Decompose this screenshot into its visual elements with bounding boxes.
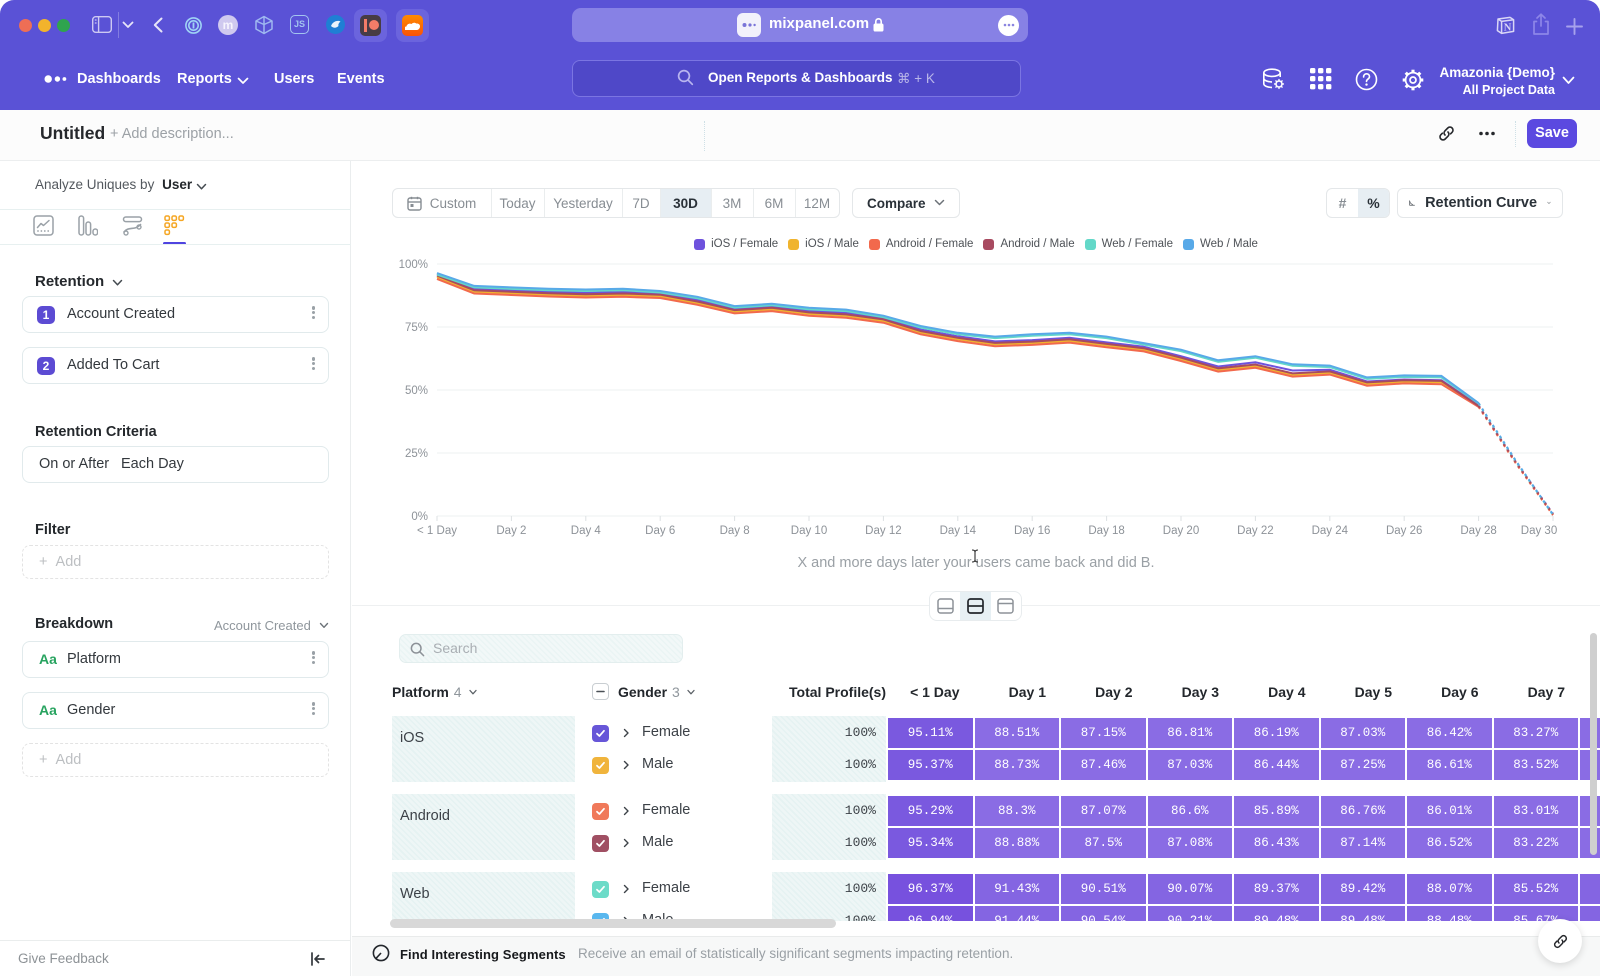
svg-text:Day 16: Day 16 [1014, 525, 1050, 537]
svg-text:Day 18: Day 18 [1088, 525, 1124, 537]
svg-text:Day 26: Day 26 [1386, 525, 1422, 537]
svg-text:75%: 75% [405, 322, 428, 334]
svg-text:Day 4: Day 4 [571, 525, 602, 537]
svg-text:0%: 0% [411, 511, 428, 523]
svg-text:Day 2: Day 2 [496, 525, 526, 537]
svg-text:Day 10: Day 10 [791, 525, 827, 537]
svg-text:< 1 Day: < 1 Day [417, 525, 457, 537]
svg-text:Day 22: Day 22 [1237, 525, 1273, 537]
svg-text:Day 20: Day 20 [1163, 525, 1199, 537]
svg-text:Day 6: Day 6 [645, 525, 675, 537]
svg-text:50%: 50% [405, 385, 428, 397]
svg-text:N: N [1504, 22, 1512, 33]
svg-text:Day 8: Day 8 [720, 525, 750, 537]
svg-text:Day 14: Day 14 [940, 525, 977, 537]
svg-text:25%: 25% [405, 448, 428, 460]
svg-text:100%: 100% [399, 259, 428, 271]
svg-text:Day 12: Day 12 [865, 525, 901, 537]
svg-text:Day 28: Day 28 [1460, 525, 1496, 537]
svg-text:Day 30: Day 30 [1521, 525, 1557, 537]
svg-text:Day 24: Day 24 [1312, 525, 1349, 537]
